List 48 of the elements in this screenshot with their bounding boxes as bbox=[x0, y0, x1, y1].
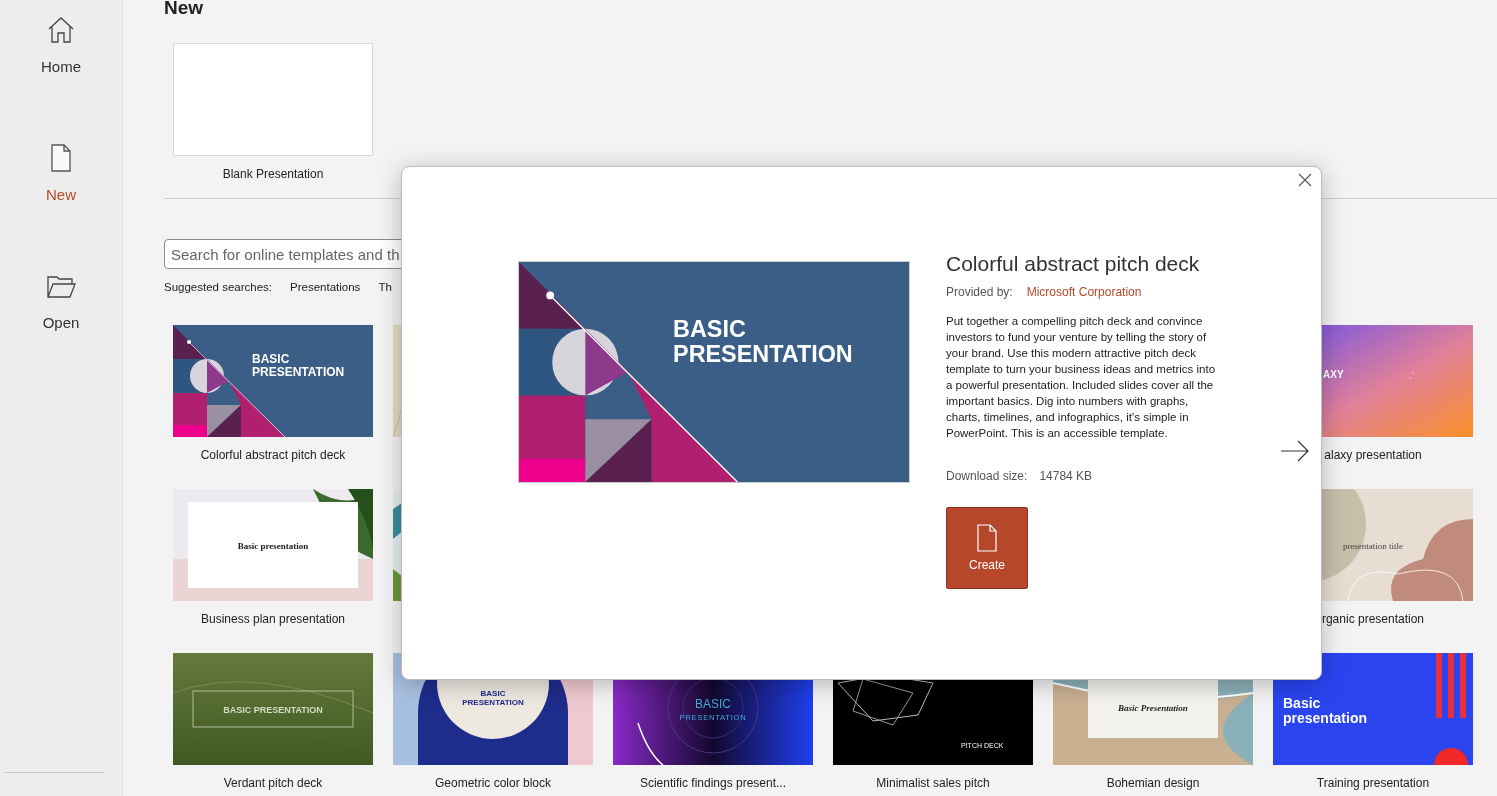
slide-text: AXY bbox=[1323, 369, 1344, 380]
template-title: Verdant pitch deck bbox=[223, 776, 323, 790]
next-arrow-icon[interactable] bbox=[1280, 439, 1310, 463]
template-title: Training presentation bbox=[1316, 776, 1430, 790]
slide-text: Basic Presentation bbox=[1118, 703, 1188, 713]
nav-item[interactable]: Home bbox=[41, 14, 81, 142]
suggested-link[interactable]: Th bbox=[378, 281, 392, 293]
template-title: Scientific findings present... bbox=[639, 776, 787, 790]
template-title: alaxy presentation bbox=[1324, 448, 1422, 462]
size-label: Download size: bbox=[946, 469, 1028, 483]
template-thumbnail[interactable]: Basic presentation bbox=[1273, 653, 1473, 765]
template-title: Business plan presentation bbox=[200, 612, 346, 626]
template-thumbnail[interactable]: Basic presentation bbox=[173, 489, 373, 601]
slide-text: presentation bbox=[1283, 710, 1367, 726]
slide-text: Basic presentation bbox=[237, 541, 309, 551]
blank-presentation-thumbnail[interactable] bbox=[173, 43, 373, 156]
slide-artwork-drawing bbox=[1409, 372, 1414, 379]
suggested-link[interactable]: Presentations bbox=[290, 281, 361, 293]
provider-label: Provided by: bbox=[946, 285, 1013, 299]
nav-item[interactable]: Open bbox=[42, 270, 80, 398]
suggested-label: Suggested searches: bbox=[164, 281, 273, 293]
template-title: Colorful abstract pitch deck bbox=[200, 448, 346, 462]
document-icon bbox=[975, 524, 999, 552]
slide-text: presentation title bbox=[1342, 541, 1404, 551]
template-title: rganic presentation bbox=[1321, 612, 1425, 626]
slide-text: BASIC bbox=[480, 689, 506, 698]
close-icon[interactable] bbox=[1298, 173, 1312, 187]
slide-text: PRESENTATION bbox=[252, 365, 345, 379]
slide-text: BASIC PRESENTATION bbox=[223, 705, 323, 715]
slide-text: BASIC bbox=[252, 352, 290, 366]
size-value: 14784 KB bbox=[1039, 469, 1093, 483]
slide-text: Basic bbox=[1283, 695, 1321, 711]
template-title: Geometric color block bbox=[434, 776, 551, 790]
template-title: Minimalist sales pitch bbox=[876, 776, 990, 790]
template-thumbnail[interactable]: BASIC PRESENTATION bbox=[173, 653, 373, 765]
page-heading: New bbox=[164, 0, 205, 20]
slide-text: PRESENTATION bbox=[673, 341, 853, 368]
nav-item[interactable]: New bbox=[45, 142, 77, 270]
template-title: Bohemian design bbox=[1106, 776, 1200, 790]
template-description: Put together a compelling pitch deck and convince investors to fund your venture by telling the story of your brand. Use this modern attractive pitch deck template to turn your business ideas and metrics into a powerful presentation. Included slides cover all the important basics. Dig into numbers with graphs, charts, timelines, and infographics, it's simple in PowerPoint. This is an accessible template. bbox=[946, 314, 1217, 441]
slide-text: BASIC bbox=[673, 315, 746, 342]
dialog-title: Colorful abstract pitch deck bbox=[946, 252, 1200, 276]
template-thumbnail[interactable]: BASIC PRESENTATION bbox=[173, 325, 373, 437]
create-button[interactable]: Create bbox=[946, 507, 1028, 589]
slide-text: BASIC bbox=[695, 697, 731, 711]
provider-link[interactable]: Microsoft Corporation bbox=[1026, 285, 1142, 299]
slide-text: PRESENTATION bbox=[462, 698, 524, 707]
template-title: Blank Presentation bbox=[222, 167, 324, 181]
